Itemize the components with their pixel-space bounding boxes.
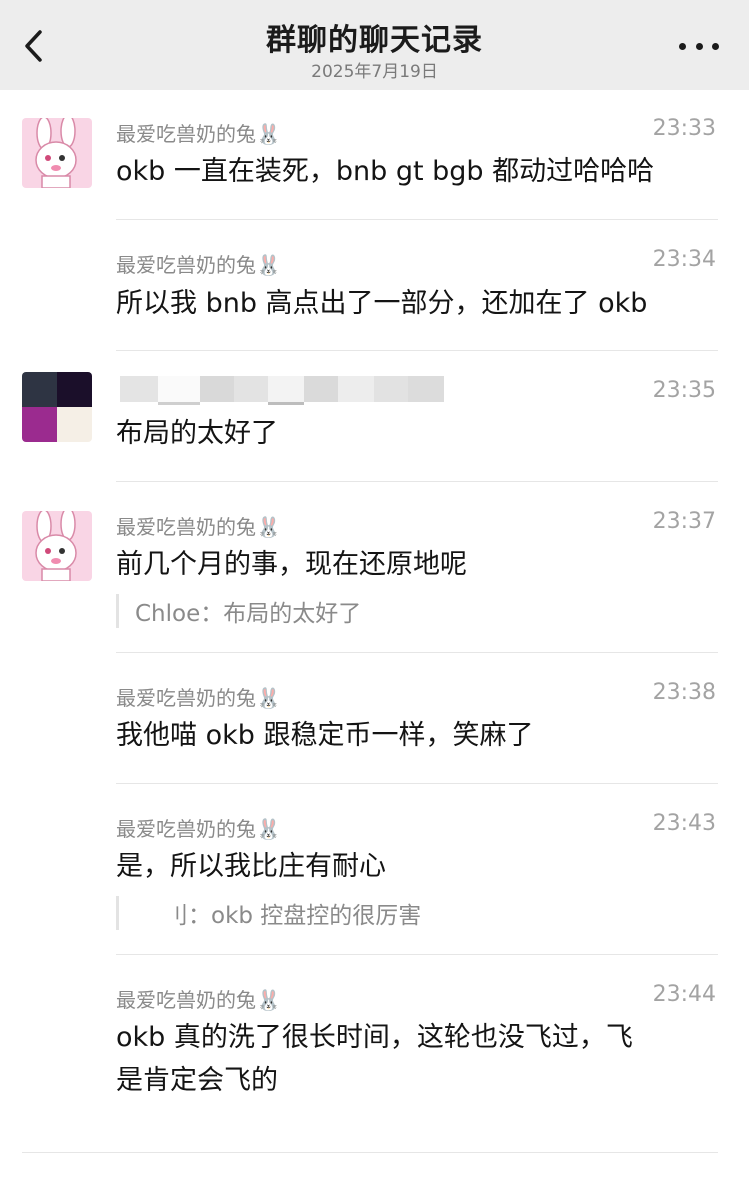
message-text: 所以我 bnb 高点出了一部分，还加在了 okb [116, 288, 648, 319]
message-time: 23:37 [652, 509, 716, 534]
more-button[interactable] [679, 38, 719, 54]
message-text: 布局的太好了 [116, 418, 278, 449]
message-time: 23:33 [652, 116, 716, 141]
sender-name: 最爱吃兽奶的兔🐰 [116, 253, 281, 277]
sender-name: 最爱吃兽奶的兔🐰 [116, 515, 281, 539]
sender-name: 最爱吃兽奶的兔🐰 [116, 686, 281, 710]
message-text: okb 一直在装死，bnb gt bgb 都动过哈哈哈 [116, 156, 655, 187]
avatar[interactable] [22, 372, 92, 442]
more-dots-icon [679, 42, 686, 50]
divider [116, 481, 718, 482]
quoted-reply[interactable]: Chloe：布局的太好了 [116, 594, 361, 628]
blurred-sender-name [120, 376, 450, 406]
quoted-reply[interactable]: 刂：okb 控盘控的很厉害 [116, 896, 421, 930]
divider [116, 219, 718, 220]
message-time: 23:35 [652, 378, 716, 403]
sender-name: 最爱吃兽奶的兔🐰 [116, 817, 281, 841]
page-date: 2025年7月19日 [311, 62, 438, 82]
divider [116, 350, 718, 351]
message-text: 我他喵 okb 跟稳定币一样，笑麻了 [116, 720, 534, 751]
message-time: 23:43 [652, 811, 716, 836]
message-text: 是，所以我比庄有耐心 [116, 851, 386, 882]
top-bar: 群聊的聊天记录 2025年7月19日 [0, 0, 749, 90]
message-text: 前几个月的事，现在还原地呢 [116, 549, 467, 580]
avatar[interactable] [22, 511, 92, 581]
message-time: 23:38 [652, 680, 716, 705]
divider [116, 652, 718, 653]
divider [116, 954, 718, 955]
message-time: 23:34 [652, 247, 716, 272]
message-text: okb 真的洗了很长时间，这轮也没飞过，飞 是肯定会飞的 [116, 1022, 633, 1096]
bottom-divider [22, 1152, 718, 1153]
message-time: 23:44 [652, 982, 716, 1007]
sender-name: 最爱吃兽奶的兔🐰 [116, 988, 281, 1012]
divider [116, 783, 718, 784]
sender-name: 最爱吃兽奶的兔🐰 [116, 122, 281, 146]
avatar[interactable] [22, 118, 92, 188]
page-title: 群聊的聊天记录 [266, 23, 483, 58]
